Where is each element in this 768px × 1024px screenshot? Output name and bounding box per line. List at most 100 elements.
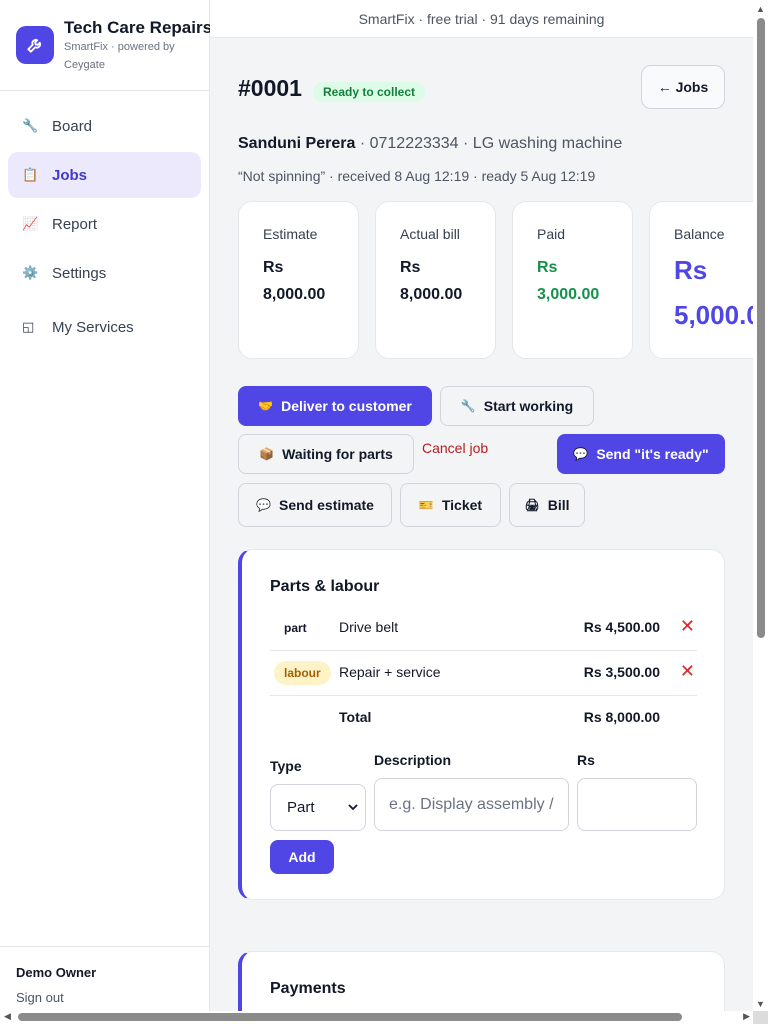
balance-amount: 5,000.00 — [674, 300, 753, 330]
line-amount: Rs 3,500.00 — [583, 664, 660, 680]
handshake-icon: 🤝 — [258, 399, 274, 413]
deliver-to-customer-button[interactable]: 🤝 Deliver to customer — [238, 386, 432, 426]
send-estimate-label: Send estimate — [279, 497, 374, 513]
job-detail: #0001 Ready to collect ← Jobs Sanduni Pe… — [210, 38, 753, 1011]
scroll-up-icon[interactable]: ▲ — [756, 4, 765, 14]
total-label: Total — [339, 709, 372, 725]
balance-label: Balance — [674, 226, 725, 242]
horizontal-scroll-thumb[interactable] — [18, 1013, 682, 1021]
bill-button[interactable]: 🖨 Bill — [509, 483, 585, 527]
status-badge: Ready to collect — [313, 82, 426, 102]
window-icon: ◱ — [22, 319, 35, 334]
printer-icon: 🖨 — [524, 498, 540, 512]
estimate-label: Estimate — [263, 226, 318, 242]
sidebar-item-my-services[interactable]: ◱ My Services — [8, 304, 201, 350]
actual-bill-value: Rs 8,000.00 — [400, 259, 463, 303]
vertical-scroll-thumb[interactable] — [757, 18, 765, 638]
line-amount: Rs 4,500.00 — [583, 619, 660, 635]
cancel-job-link[interactable]: Cancel job — [422, 440, 488, 456]
estimate-card: Estimate Rs 8,000.00 — [238, 201, 359, 359]
amount-label: Rs — [577, 752, 595, 768]
start-working-button[interactable]: 🔧 Start working — [440, 386, 594, 426]
actual-bill-card: Actual bill Rs 8,000.00 — [375, 201, 496, 359]
ticket-icon: 🎫 — [418, 498, 434, 512]
sidebar-nav: 🔧 Board 📋 Jobs 📈 Report ⚙️ Settings ◱ My… — [0, 91, 209, 350]
total-row: Total Rs 8,000.00 — [270, 696, 697, 741]
chart-icon: 📈 — [22, 216, 39, 231]
brand-name: Tech Care Repairs — [64, 18, 213, 37]
package-icon: 📦 — [259, 447, 275, 461]
type-select-value: Part — [287, 799, 315, 816]
scroll-right-icon[interactable]: ▶ — [743, 1011, 750, 1022]
line-type-badge: labour — [274, 661, 331, 685]
sidebar-item-report[interactable]: 📈 Report — [8, 201, 201, 247]
payments-title: Payments — [270, 980, 346, 997]
sidebar-item-board[interactable]: 🔧 Board — [8, 103, 201, 149]
parts-labour-title: Parts & labour — [270, 578, 380, 595]
wrench-icon: 🔧 — [460, 399, 476, 413]
waiting-for-parts-button[interactable]: 📦 Waiting for parts — [238, 434, 414, 474]
balance-card: Balance Rs 5,000.00 — [649, 201, 753, 359]
send-estimate-button[interactable]: 💬 Send estimate — [238, 483, 392, 527]
scroll-down-icon[interactable]: ▼ — [756, 999, 765, 1009]
line-description: Drive belt — [339, 619, 399, 635]
remove-line-icon[interactable]: ✕ — [680, 616, 695, 637]
chat-icon: 💬 — [573, 447, 589, 461]
parts-labour-panel: Parts & labour part Drive belt Rs 4,500.… — [238, 549, 725, 900]
description-input[interactable]: e.g. Display assembly / — [374, 778, 569, 831]
sidebar-item-label: Board — [52, 117, 93, 135]
estimate-value: Rs 8,000.00 — [263, 259, 326, 303]
sign-out-link[interactable]: Sign out — [16, 990, 210, 1005]
sidebar-item-label: My Services — [52, 318, 134, 336]
table-row: labour Repair + service Rs 3,500.00 ✕ — [270, 651, 697, 696]
job-id: #0001 — [238, 75, 302, 101]
chevron-down-icon — [347, 785, 359, 849]
wrench-icon — [16, 26, 54, 64]
payments-panel: Payments — [238, 951, 725, 1011]
paid-value: Rs 3,000.00 — [537, 259, 600, 303]
send-its-ready-button[interactable]: 💬 Send "it's ready" — [557, 434, 725, 474]
line-description: Repair + service — [339, 664, 441, 680]
horizontal-scrollbar[interactable]: ◀ ▶ — [0, 1011, 768, 1024]
table-row: part Drive belt Rs 4,500.00 ✕ — [270, 606, 697, 651]
paid-card: Paid Rs 3,000.00 — [512, 201, 633, 359]
chat-icon: 💬 — [256, 498, 271, 512]
scroll-left-icon[interactable]: ◀ — [4, 1011, 11, 1022]
deliver-label: Deliver to customer — [281, 398, 412, 414]
back-to-jobs-button[interactable]: ← Jobs — [641, 65, 725, 109]
trial-banner: SmartFix · free trial · 91 days remainin… — [210, 0, 753, 38]
ticket-label: Ticket — [441, 497, 483, 513]
waiting-label: Waiting for parts — [282, 446, 393, 462]
type-label: Type — [270, 758, 302, 774]
remove-line-icon[interactable]: ✕ — [680, 661, 695, 682]
type-select[interactable]: Part — [270, 784, 366, 831]
balance-value: Rs 5,000.00 — [674, 248, 753, 338]
scrollbar-corner — [753, 1011, 768, 1024]
sidebar-item-label: Jobs — [52, 166, 88, 184]
brand: Tech Care Repairs SmartFix · powered by … — [0, 0, 213, 91]
start-working-label: Start working — [483, 398, 574, 414]
clipboard-icon: 📋 — [22, 167, 39, 182]
job-meta: “Not spinning” · received 8 Aug 12:19 · … — [238, 168, 596, 184]
brand-subtitle: SmartFix · powered by Ceygate — [64, 41, 175, 71]
ticket-button[interactable]: 🎫 Ticket — [400, 483, 501, 527]
bill-label: Bill — [547, 497, 570, 513]
paid-label: Paid — [537, 226, 566, 242]
send-ready-label: Send "it's ready" — [596, 446, 709, 462]
sidebar-item-jobs[interactable]: 📋 Jobs — [8, 152, 201, 198]
customer-line: Sanduni Perera · 0712223334 · LG washing… — [238, 135, 622, 153]
amount-input[interactable] — [577, 778, 697, 831]
owner-name: Demo Owner — [16, 965, 97, 980]
vertical-scrollbar[interactable]: ▲ ▼ — [753, 0, 768, 1011]
customer-details: · 0712223334 · LG washing machine — [355, 135, 623, 152]
add-line-button[interactable]: Add — [270, 840, 334, 874]
sidebar-item-label: Settings — [52, 264, 107, 282]
wrench-icon: 🔧 — [22, 118, 39, 133]
description-label: Description — [374, 752, 452, 768]
total-amount: Rs 8,000.00 — [583, 709, 660, 725]
line-type-badge: part — [284, 621, 307, 635]
customer-name: Sanduni Perera — [238, 135, 356, 152]
balance-currency: Rs — [674, 255, 708, 285]
sidebar: Tech Care Repairs SmartFix · powered by … — [0, 0, 213, 1024]
sidebar-item-settings[interactable]: ⚙️ Settings — [8, 250, 201, 296]
